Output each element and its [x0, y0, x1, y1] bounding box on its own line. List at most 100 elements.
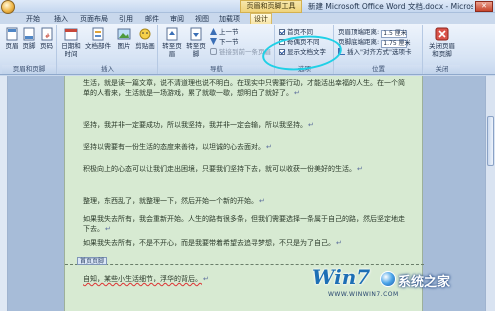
paragraph-mark: ↵: [105, 225, 111, 233]
group-header-footer: 页眉 页脚 # 页码 页眉和页脚: [2, 25, 57, 74]
goto-footer-label: 转至页脚: [186, 42, 206, 58]
quick-parts-icon: [92, 27, 104, 41]
goto-header-icon: [166, 27, 178, 41]
footer-button[interactable]: 页脚: [21, 27, 37, 50]
ribbon-tabs: 开始 插入 页面布局 引用 邮件 审阅 视图 加载项 设计: [16, 13, 495, 24]
paragraph: 积极向上的心态可以让我们走出困境，只要我们坚持下去，就可以收获一份美好的生活。↵: [83, 164, 408, 174]
footer-label: 页脚: [22, 42, 36, 50]
group-position: 页眉顶端距离: 1.5 厘米 页脚底端距离: 1.75 厘米 插入"对齐方式"选…: [335, 25, 423, 74]
clip-art-label: 剪贴画: [135, 42, 155, 50]
clip-art-icon: [139, 28, 151, 40]
svg-text:#: #: [45, 33, 50, 40]
vertical-scrollbar[interactable]: [485, 76, 495, 311]
globe-icon: [380, 271, 396, 287]
paragraph: 生活，就是读一篇文章，说不清道理也说不明白。在现实中只需要行动，才能活出幸福的人…: [83, 78, 408, 98]
insert-alignment-tab-label: 插入"对齐方式"选项卡: [347, 48, 412, 56]
paragraph-text: 如果我失去所有，不是不开心，而是我要带着希望去追寻梦想，不只是为了自己。: [83, 239, 335, 247]
quick-parts-button[interactable]: 文档部件: [84, 27, 112, 50]
footer-icon: [23, 27, 35, 41]
watermark-url: WWW.WINWIN7.COM: [328, 291, 399, 298]
tab-insert[interactable]: 插入: [54, 14, 68, 24]
paragraph-mark: ↵: [294, 89, 300, 97]
tab-references[interactable]: 引用: [119, 14, 133, 24]
scrollbar-thumb[interactable]: [487, 116, 494, 166]
group-label-insert: 插入: [58, 65, 157, 74]
first-page-footer-tag: 首页页脚: [77, 257, 108, 265]
header-button[interactable]: 页眉: [4, 27, 20, 50]
tab-mailings[interactable]: 邮件: [145, 14, 159, 24]
contextual-tab-title: 页眉和页脚工具: [240, 0, 302, 13]
checkbox-checked-icon: [279, 29, 285, 35]
arrow-down-icon: [210, 38, 217, 45]
tab-design[interactable]: 设计: [250, 13, 272, 24]
watermark-logo: Win7: [312, 265, 371, 289]
close-header-footer-label: 关闭页眉 和页脚: [429, 42, 455, 58]
goto-header-label: 转至页眉: [162, 42, 182, 58]
goto-footer-button[interactable]: 转至页脚: [185, 27, 207, 58]
group-label-close: 关闭: [424, 65, 460, 74]
group-insert: 日期和 时间 文档部件 图片 剪贴画 插入: [58, 25, 158, 74]
tab-addins[interactable]: 加载项: [219, 14, 240, 24]
group-label-navigation: 导航: [159, 65, 274, 74]
link-icon: [210, 48, 217, 55]
group-label-header-footer: 页眉和页脚: [2, 65, 56, 74]
previous-section-button[interactable]: 上一节: [210, 28, 239, 36]
paragraph-mark: ↵: [336, 239, 342, 247]
next-section-button[interactable]: 下一节: [210, 38, 239, 46]
group-close: 关闭页眉 和页脚 关闭: [424, 25, 460, 74]
close-red-x-icon: [435, 27, 449, 41]
footer-from-bottom-row: 页脚底端距离: 1.75 厘米: [338, 38, 411, 48]
goto-header-button[interactable]: 转至页眉: [161, 27, 183, 58]
header-from-top-label: 页眉顶端距离:: [338, 28, 380, 36]
tab-page-layout[interactable]: 页面布局: [80, 14, 108, 24]
calendar-icon: [64, 28, 78, 41]
paragraph-text: 自知，某些小生活细节，浮华的背后。: [83, 275, 202, 283]
tab-view[interactable]: 视图: [195, 14, 209, 24]
office-button-icon[interactable]: [1, 0, 15, 14]
picture-label: 图片: [117, 42, 131, 50]
ribbon: 页眉 页脚 # 页码 页眉和页脚 日期和 时间 文档部件 图片 剪贴画 插入 转…: [0, 24, 495, 75]
group-label-position: 位置: [335, 65, 422, 74]
quick-access-toolbar: [0, 0, 22, 14]
page-number-label: 页码: [40, 42, 53, 50]
arrow-up-icon: [210, 28, 217, 35]
paragraph-text: 坚持，我并非一定要成功，所以我坚持，我并非一定会输，所以我坚持。: [83, 121, 307, 129]
clip-art-button[interactable]: 剪贴画: [135, 27, 155, 50]
header-from-top-row: 页眉顶端距离: 1.5 厘米: [338, 28, 408, 38]
vertical-ruler: [0, 76, 8, 311]
picture-icon: [117, 28, 131, 40]
paragraph-mark: ↵: [259, 197, 265, 205]
paragraph: 如果我失去所有，不是不开心，而是我要带着希望去追寻梦想，不只是为了自己。↵: [83, 238, 408, 248]
header-icon: [6, 27, 18, 41]
window-title: 新建 Microsoft Office Word 文档.docx - Micro…: [308, 2, 473, 11]
header-label: 页眉: [5, 42, 19, 50]
tab-review[interactable]: 审阅: [170, 14, 184, 24]
previous-section-label: 上一节: [219, 28, 239, 36]
paragraph: 坚持，我并非一定要成功，所以我坚持，我并非一定会输，所以我坚持。↵: [83, 120, 408, 130]
group-navigation: 转至页眉 转至页脚 上一节 下一节 链接到前一条页眉 导航: [159, 25, 275, 74]
page-number-icon: #: [41, 27, 52, 41]
quick-parts-label: 文档部件: [85, 42, 111, 50]
page-number-button[interactable]: # 页码: [38, 27, 55, 50]
header-from-top-input[interactable]: 1.5 厘米: [381, 30, 408, 38]
picture-button[interactable]: 图片: [115, 27, 133, 50]
date-time-button[interactable]: 日期和 时间: [61, 27, 81, 58]
paragraph-mark: ↵: [266, 143, 272, 151]
footer-from-bottom-input[interactable]: 1.75 厘米: [381, 40, 411, 48]
tab-home[interactable]: 开始: [26, 14, 40, 24]
close-header-footer-button[interactable]: 关闭页眉 和页脚: [426, 27, 458, 58]
paragraph-text: 积极向上的心态可以让我们走出困境，只要我们坚持下去，就可以收获一份美好的生活。: [83, 165, 356, 173]
title-bar: 页眉和页脚工具 新建 Microsoft Office Word 文档.docx…: [0, 0, 495, 14]
watermark-text: 系统之家: [398, 275, 451, 290]
date-time-label: 日期和 时间: [61, 42, 81, 58]
paragraph-text: 生活，就是读一篇文章，说不清道理也说不明白。在现实中只需要行动，才能活出幸福的人…: [83, 79, 405, 97]
next-section-label: 下一节: [219, 38, 239, 46]
close-window-button[interactable]: ✕: [475, 1, 493, 12]
paragraph-text: 整理，东西乱了，就整理一下，然后开始一个新的开始。: [83, 197, 258, 205]
insert-alignment-tab-button[interactable]: 插入"对齐方式"选项卡: [338, 48, 411, 56]
paragraph-mark: ↵: [357, 165, 363, 173]
paragraph: 整理，东西乱了，就整理一下，然后开始一个新的开始。↵: [83, 196, 408, 206]
goto-footer-icon: [190, 27, 202, 41]
paragraph: 如果我失去所有，我会重新开始。人生的路有很多条，但我们需要选择一条属于自己的路，…: [83, 214, 408, 234]
paragraph-text: 如果我失去所有，我会重新开始。人生的路有很多条，但我们需要选择一条属于自己的路，…: [83, 215, 405, 233]
